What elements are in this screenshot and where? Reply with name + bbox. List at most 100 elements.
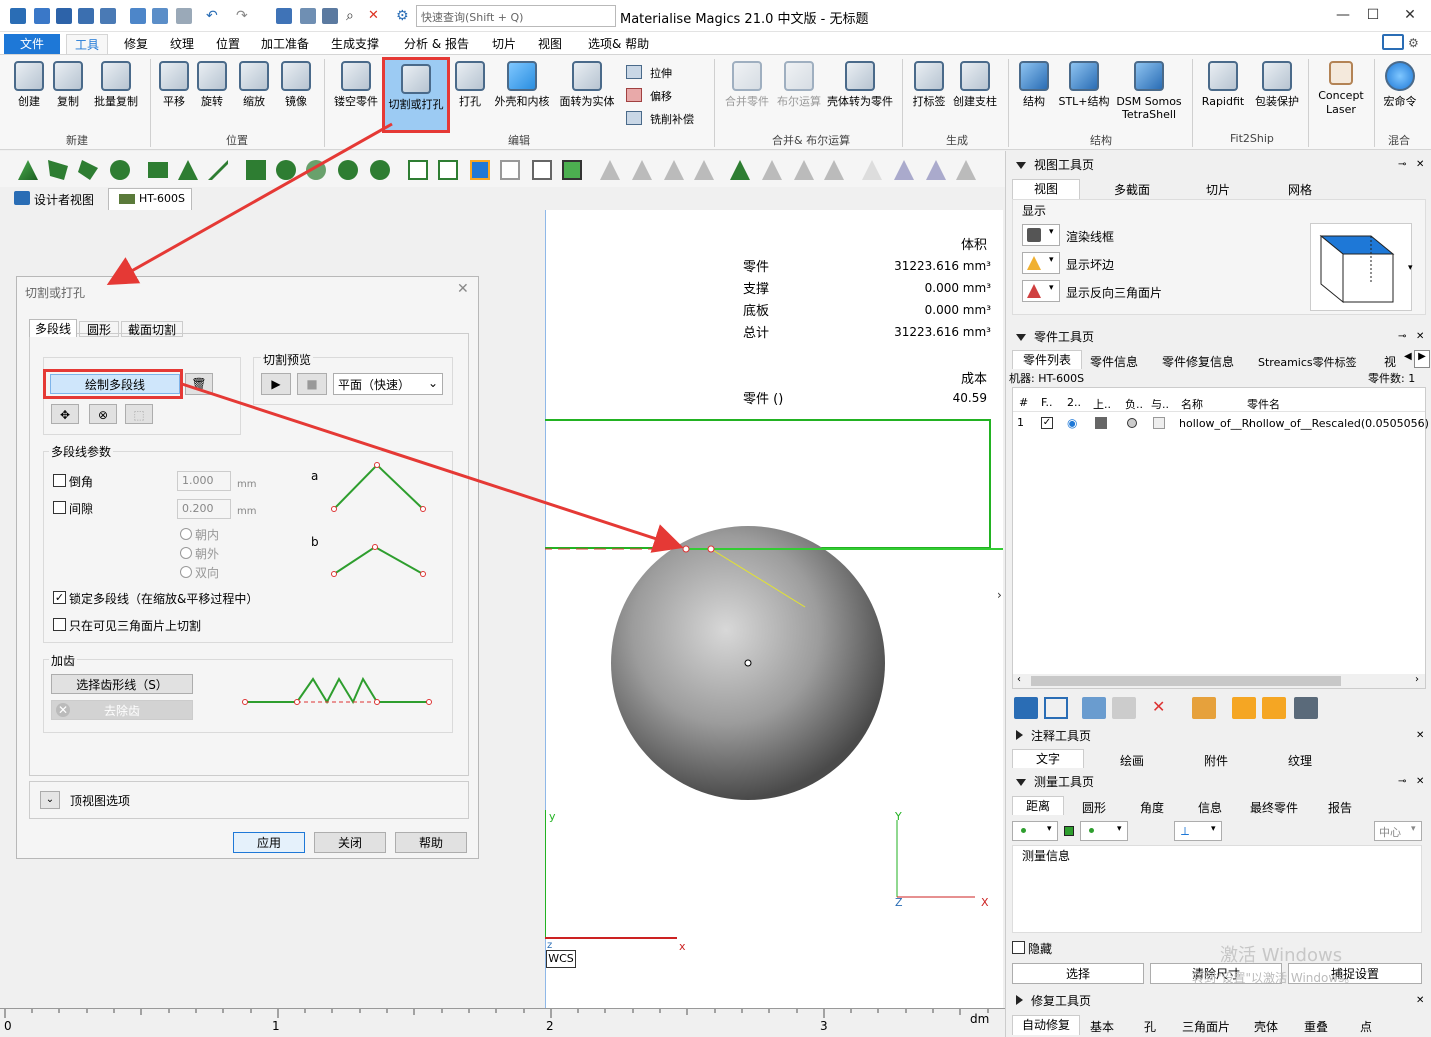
panel-close-icon[interactable]: ✕: [1416, 726, 1424, 746]
batch-copy-button[interactable]: 批量复制: [88, 61, 144, 108]
tab-section-cut[interactable]: 截面切割: [121, 321, 183, 337]
tab-part-list[interactable]: 零件列表: [1012, 350, 1082, 369]
boolean-button[interactable]: 布尔运算: [774, 61, 824, 108]
preview-stop-button[interactable]: ■: [297, 373, 327, 395]
tab-streamics-label[interactable]: Streamics零件标签: [1258, 354, 1357, 370]
tab-multi-section[interactable]: 多截面: [1114, 181, 1150, 198]
select-part-icon[interactable]: [408, 160, 428, 180]
tab-triangles[interactable]: 三角面片: [1182, 1018, 1230, 1035]
delete-polyline-button[interactable]: 🗑: [185, 373, 213, 395]
quick-search-input[interactable]: 快速查询(Shift + Q): [416, 5, 616, 27]
tab-designer-view[interactable]: 设计者视图: [34, 191, 94, 208]
hide-checkbox[interactable]: [1012, 941, 1025, 954]
select-teeth-button[interactable]: 选择齿形线（S）: [51, 674, 193, 694]
select-surface-icon[interactable]: [78, 160, 98, 180]
render-wireframe-dropdown[interactable]: ▾: [1022, 224, 1060, 246]
axis-dropdown[interactable]: ⟂ ▾: [1174, 821, 1222, 841]
save-as-icon[interactable]: [100, 8, 116, 24]
tab-distance[interactable]: 距离: [1012, 796, 1064, 815]
remove-point-button[interactable]: ⊗: [89, 404, 117, 424]
search-icon[interactable]: ⌕: [346, 8, 362, 24]
measure-point-dropdown-1[interactable]: ▾: [1012, 821, 1058, 841]
panel-close-icon[interactable]: ✕: [1416, 991, 1424, 1011]
measure-point-dropdown-2[interactable]: ▾: [1080, 821, 1128, 841]
mark-surface-icon[interactable]: [664, 160, 684, 180]
lasso-select-icon[interactable]: [178, 160, 198, 180]
tab-basic[interactable]: 基本: [1090, 1018, 1114, 1035]
top-view-options-section[interactable]: ⌄ 顶视图选项: [29, 781, 469, 819]
tab-scroll-left-icon[interactable]: ◀: [1404, 351, 1412, 362]
extrude-icon[interactable]: [626, 65, 642, 79]
select-connected-icon[interactable]: [246, 160, 266, 180]
box-select-icon[interactable]: [148, 162, 168, 178]
import-icon[interactable]: [130, 8, 146, 24]
help-gear-icon[interactable]: ⚙: [1408, 36, 1419, 50]
part-tool-icon-3[interactable]: [1082, 697, 1106, 719]
show-mark-icon[interactable]: [894, 160, 914, 180]
scale-button[interactable]: 缩放: [234, 61, 274, 108]
panel-close-icon[interactable]: ✕: [1416, 327, 1424, 347]
polyline-point-start[interactable]: [682, 545, 690, 553]
col-2[interactable]: 2..: [1067, 396, 1081, 409]
tab-options-help[interactable]: 选项& 帮助: [580, 34, 657, 54]
col-name[interactable]: 名称: [1181, 396, 1203, 412]
radio-both[interactable]: [180, 566, 192, 578]
tab-view[interactable]: 视图: [530, 34, 570, 54]
tab-view-panel[interactable]: 视图: [1012, 179, 1080, 199]
deselect-icon[interactable]: ✕: [368, 8, 384, 24]
tab-attachment[interactable]: 附件: [1204, 752, 1228, 769]
view-mark-icon[interactable]: [926, 160, 946, 180]
scroll-left-icon[interactable]: ‹: [1017, 674, 1021, 685]
unmark-all-icon[interactable]: [762, 160, 782, 180]
row-visible-checkbox[interactable]: ✓: [1041, 417, 1053, 429]
3d-viewport[interactable]: 体积 零件 31223.616 mm³ 支撑 0.000 mm³ 底板 0.00…: [545, 210, 1003, 1008]
structure-button[interactable]: 结构: [1014, 61, 1054, 108]
part-tool-icon-1[interactable]: [1014, 697, 1038, 719]
preview-play-button[interactable]: ▶: [261, 373, 291, 395]
part-tool-icon-9[interactable]: [1294, 697, 1318, 719]
settings-gear-icon[interactable]: ⚙: [396, 8, 412, 24]
show-flipped-dropdown[interactable]: ▾: [1022, 280, 1060, 302]
mirror-button[interactable]: 镜像: [276, 61, 316, 108]
mark-lock-icon[interactable]: [794, 160, 814, 180]
select-sphere-icon[interactable]: [276, 160, 296, 180]
mark-shell-icon[interactable]: [694, 160, 714, 180]
maximize-button[interactable]: ☐: [1358, 4, 1388, 26]
panel-collapse-arrow-icon[interactable]: ›: [997, 588, 1002, 602]
measure-toolbar-header[interactable]: 测量工具页 ⊸ ✕: [1006, 772, 1431, 792]
gap-input[interactable]: 0.200: [177, 499, 231, 519]
close-dialog-button[interactable]: 关闭: [314, 832, 386, 853]
scroll-right-icon[interactable]: ›: [1415, 674, 1419, 685]
part-tool-icon-2[interactable]: [1044, 697, 1068, 719]
punch-button[interactable]: 打孔: [452, 61, 488, 108]
radio-outward[interactable]: [180, 547, 192, 559]
col-up[interactable]: 上..: [1093, 396, 1111, 412]
shell-core-button[interactable]: 外壳和内核: [492, 61, 552, 108]
minimize-button[interactable]: —: [1328, 4, 1358, 26]
hide-mark-icon[interactable]: [862, 160, 882, 180]
redo-icon[interactable]: ↷: [236, 8, 252, 24]
shell-to-part-button[interactable]: 壳体转为零件: [826, 61, 894, 108]
hollow-part-button[interactable]: 镂空零件: [330, 61, 382, 108]
tab-report[interactable]: 报告: [1328, 799, 1352, 816]
unselect-icon[interactable]: [306, 160, 326, 180]
tab-scroll-right-icon[interactable]: ▶: [1414, 350, 1430, 368]
layout-icon[interactable]: [1382, 34, 1404, 50]
offset-button[interactable]: 偏移: [650, 88, 672, 104]
help-button[interactable]: 帮助: [395, 832, 467, 853]
polyline-point-end[interactable]: [707, 545, 715, 553]
view-cube-icon[interactable]: [276, 8, 292, 24]
dialog-close-icon[interactable]: ✕: [457, 281, 469, 297]
marker-icon[interactable]: [600, 160, 620, 180]
negative-circle-icon[interactable]: [1127, 418, 1137, 428]
open-file-icon[interactable]: [56, 8, 72, 24]
part-list-table[interactable]: # F.. 2.. 上.. 负.. 与.. 名称 零件名 1 ✓ ◉ hollo…: [1012, 387, 1429, 689]
rotate-button[interactable]: 旋转: [192, 61, 232, 108]
part-tool-icon-7[interactable]: [1232, 697, 1256, 719]
edit-polyline-button[interactable]: ⬚: [125, 404, 153, 424]
col-neg[interactable]: 负..: [1125, 396, 1143, 412]
mill-compensation-icon[interactable]: [626, 111, 642, 125]
unmark-icon[interactable]: [730, 160, 750, 180]
rapidfit-button[interactable]: Rapidfit: [1198, 61, 1248, 108]
tab-build-prep[interactable]: 加工准备: [253, 34, 317, 54]
